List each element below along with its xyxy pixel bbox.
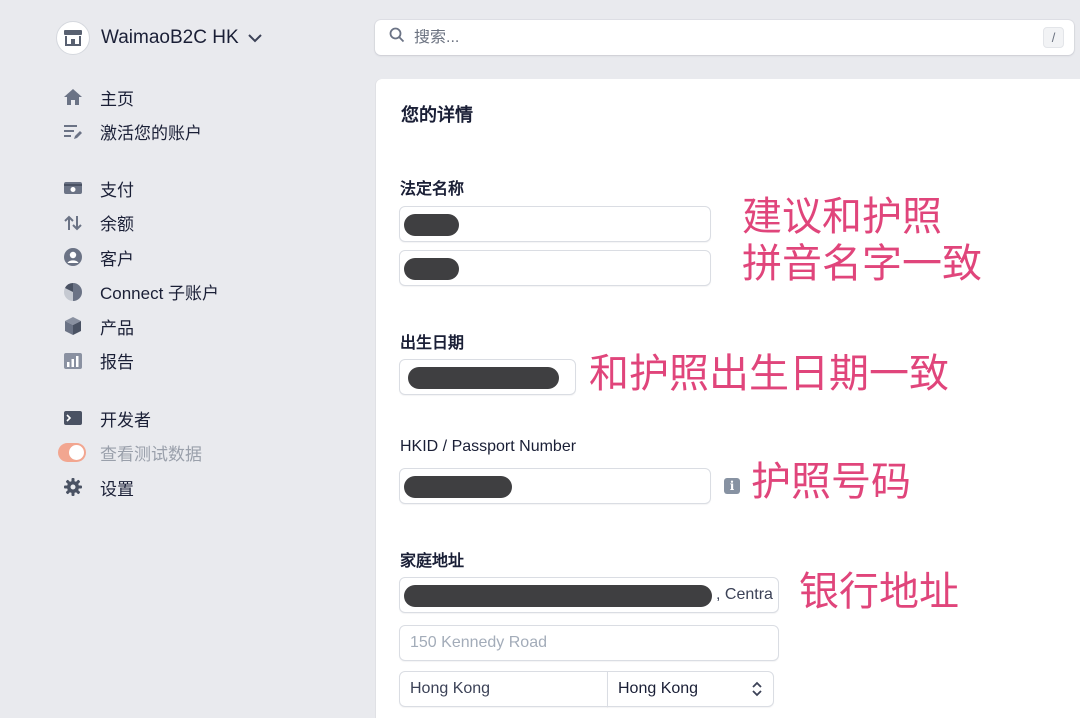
first-name-input[interactable]: [399, 206, 711, 242]
sidebar-item-reports[interactable]: 报告: [60, 344, 219, 379]
connect-icon: [60, 279, 86, 305]
region-select[interactable]: Hong Kong: [607, 671, 774, 707]
redaction-block: [404, 214, 459, 236]
annotation-name-line2: 拼音名字一致: [742, 241, 982, 287]
address-line1-input[interactable]: , Centra: [399, 577, 779, 613]
passport-number-input[interactable]: [399, 468, 711, 504]
sidebar-item-products[interactable]: 产品: [60, 309, 219, 344]
sidebar-item-label: 主页: [100, 89, 134, 109]
sidebar-item-label: 查看测试数据: [100, 445, 202, 465]
annotation-dob: 和护照出生日期一致: [589, 351, 949, 397]
sidebar-group-business: 支付 余额 客户 Connect 子账户 产品 报告: [60, 171, 219, 378]
select-arrows-icon: [751, 681, 763, 702]
report-chart-icon: [60, 348, 86, 374]
redaction-block: [404, 476, 512, 498]
info-icon[interactable]: i: [724, 478, 740, 494]
sidebar-item-test-data[interactable]: 查看测试数据: [58, 436, 202, 471]
sidebar-item-payments[interactable]: 支付: [60, 171, 219, 206]
customer-icon: [60, 244, 86, 270]
search-shortcut-badge: /: [1043, 27, 1064, 48]
sidebar-item-label: 报告: [100, 353, 134, 373]
address-line2-input[interactable]: [399, 625, 779, 661]
sidebar-group-developer: 开发者 查看测试数据 设置: [58, 401, 202, 505]
search-bar: /: [375, 20, 1074, 55]
sidebar-item-settings[interactable]: 设置: [60, 470, 202, 505]
store-icon: [56, 21, 90, 55]
section-title: 您的详情: [401, 105, 473, 125]
sidebar-item-connect[interactable]: Connect 子账户: [60, 275, 219, 310]
last-name-input[interactable]: [399, 250, 711, 286]
chevron-down-icon: [247, 33, 262, 43]
test-data-toggle-wrap: [58, 440, 86, 466]
activate-account-icon: [60, 119, 86, 145]
redaction-block: [404, 585, 712, 607]
sidebar-item-label: Connect 子账户: [100, 284, 220, 304]
annotation-passport: 护照号码: [751, 459, 911, 505]
sidebar-item-developers[interactable]: 开发者: [60, 401, 202, 436]
region-value: Hong Kong: [618, 680, 699, 697]
sidebar-item-activate-account[interactable]: 激活您的账户: [60, 115, 202, 150]
sidebar-item-label: 客户: [100, 249, 134, 269]
sidebar-group-home: 主页 激活您的账户: [60, 80, 202, 149]
balance-icon: [60, 210, 86, 236]
dob-label: 出生日期: [400, 335, 465, 352]
gear-icon: [60, 474, 86, 500]
sidebar-item-label: 余额: [100, 215, 134, 235]
toggle-knob: [69, 445, 84, 461]
sidebar-item-label: 产品: [100, 318, 134, 338]
test-data-toggle[interactable]: [58, 443, 86, 463]
main-panel: 您的详情 法定名称 建议和护照 拼音名字一致 出生日期 和护照出生日期一致 HK…: [376, 79, 1080, 718]
sidebar-item-home[interactable]: 主页: [60, 80, 202, 115]
sidebar-item-balance[interactable]: 余额: [60, 206, 219, 241]
address-label: 家庭地址: [400, 553, 465, 570]
account-switcher[interactable]: WaimaoB2C HK: [56, 19, 262, 57]
terminal-icon: [60, 405, 86, 431]
annotation-address: 银行地址: [799, 569, 959, 615]
city-value: Hong Kong: [410, 680, 491, 697]
sidebar-item-label: 设置: [100, 479, 134, 499]
annotation-name-line1: 建议和护照: [742, 194, 942, 240]
legal-name-label: 法定名称: [400, 181, 465, 198]
search-input[interactable]: [414, 28, 1014, 47]
sidebar-item-customers[interactable]: 客户: [60, 240, 219, 275]
dob-input[interactable]: [399, 359, 576, 395]
search-icon: [389, 27, 405, 48]
sidebar-item-label: 激活您的账户: [100, 124, 202, 144]
account-name: WaimaoB2C HK: [101, 27, 239, 48]
sidebar-item-label: 支付: [100, 180, 134, 200]
id-number-label: HKID / Passport Number: [400, 438, 577, 455]
city-input[interactable]: Hong Kong: [399, 671, 608, 707]
redaction-block: [408, 367, 559, 389]
address-line1-suffix: , Centra: [716, 586, 773, 603]
product-box-icon: [60, 313, 86, 339]
sidebar-item-label: 开发者: [100, 410, 151, 430]
redaction-block: [404, 258, 459, 280]
home-icon: [60, 84, 86, 110]
address-line2-field[interactable]: [410, 634, 770, 652]
payments-icon: [60, 175, 86, 201]
